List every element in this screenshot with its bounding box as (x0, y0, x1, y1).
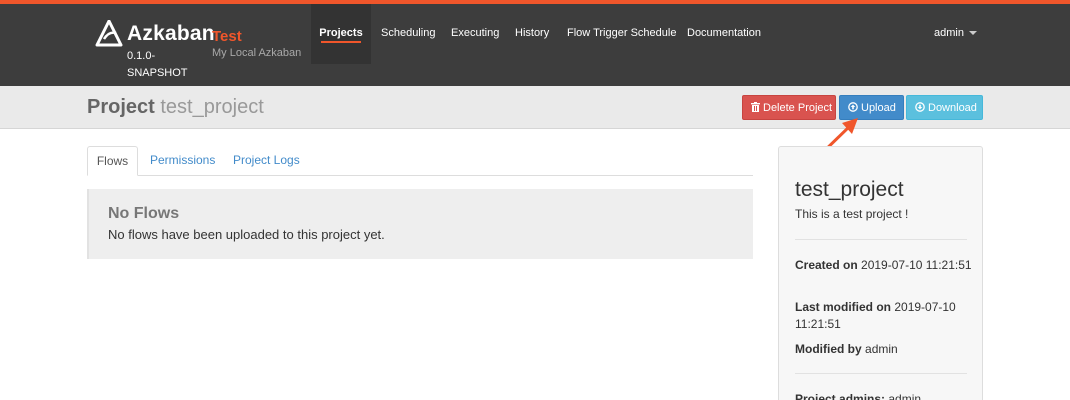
app-version: 0.1.0-SNAPSHOT (127, 50, 188, 79)
page-title: Project test_project (87, 96, 264, 119)
modified-by-value: admin (865, 342, 898, 356)
project-info-panel: test_project This is a test project ! Cr… (778, 146, 983, 400)
tab-permissions[interactable]: Permissions (150, 146, 215, 176)
page-title-project-name: test_project (160, 96, 264, 118)
divider (795, 373, 967, 374)
nav-item-scheduling[interactable]: Scheduling (381, 4, 435, 64)
nav-item-executing[interactable]: Executing (451, 4, 499, 64)
flows-empty-state: No Flows No flows have been uploaded to … (87, 189, 753, 259)
brand[interactable]: Azkaban 0.1.0-SNAPSHOT Test My Local Azk… (95, 20, 305, 80)
project-header: Project test_project Delete Project Uplo… (0, 86, 1070, 129)
empty-state-title: No Flows (108, 205, 180, 222)
nav-item-flow-trigger-schedule[interactable]: Flow Trigger Schedule (567, 4, 676, 64)
user-name: admin (934, 27, 964, 39)
active-nav-underline (321, 41, 361, 43)
project-admins-value: admin (888, 392, 922, 400)
azkaban-logo-icon (95, 20, 123, 47)
created-on-label: Created on (795, 258, 858, 272)
project-admins-row: Project admins: admin (795, 391, 975, 400)
nav-item-history[interactable]: History (515, 4, 549, 64)
project-description: This is a test project ! (795, 207, 909, 221)
project-admins-label: Project admins: (795, 392, 886, 400)
download-label: Download (928, 102, 977, 114)
page-title-prefix: Project (87, 96, 155, 118)
trash-icon (751, 102, 760, 112)
modified-by-label: Modified by (795, 342, 862, 356)
app-name: Azkaban (127, 22, 215, 45)
divider (795, 239, 967, 240)
last-modified-row: Last modified on 2019-07-10 11:21:51 (795, 299, 975, 333)
chevron-down-icon (968, 31, 977, 36)
nav-item-projects[interactable]: Projects (311, 4, 371, 64)
tab-project-logs[interactable]: Project Logs (233, 146, 300, 176)
download-button[interactable]: Download (906, 95, 983, 120)
project-tabs: Flows Permissions Project Logs (87, 146, 753, 176)
created-on-row: Created on 2019-07-10 11:21:51 (795, 257, 975, 274)
empty-state-text: No flows have been uploaded to this proj… (108, 227, 385, 242)
environment-name: Test (212, 28, 242, 45)
created-on-value: 2019-07-10 11:21:51 (861, 258, 972, 272)
environment-description: My Local Azkaban (212, 47, 302, 59)
nav-item-projects-label: Projects (319, 27, 363, 39)
tab-flows[interactable]: Flows (87, 146, 138, 176)
nav-item-documentation[interactable]: Documentation (687, 4, 761, 64)
navbar: Azkaban 0.1.0-SNAPSHOT Test My Local Azk… (0, 4, 1070, 86)
download-circle-icon (915, 102, 925, 112)
modified-by-row: Modified by admin (795, 341, 975, 358)
user-menu[interactable]: admin (934, 4, 977, 64)
project-name: test_project (795, 178, 904, 201)
last-modified-label: Last modified on (795, 300, 891, 314)
